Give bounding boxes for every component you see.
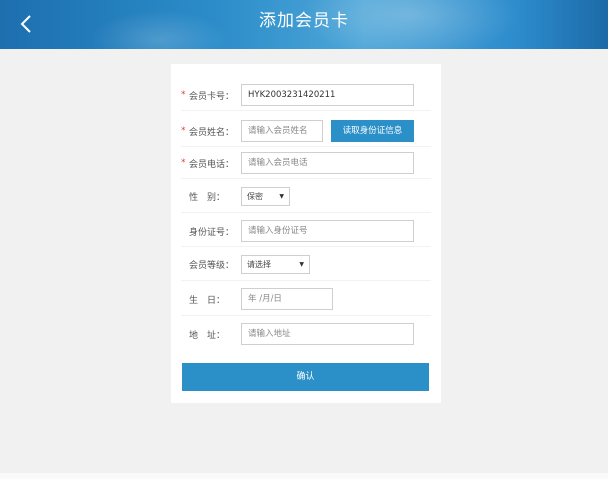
birthday-label: 生 日： (189, 295, 226, 306)
name-label-wrap: * 会员姓名： (181, 125, 241, 138)
card-no-input[interactable]: HYK2003231420211 (241, 84, 414, 106)
confirm-button[interactable]: 确认 (182, 363, 429, 391)
dropdown-caret-icon: ▼ (299, 260, 304, 268)
id-no-input[interactable]: 请输入身份证号 (241, 220, 414, 242)
id-no-label-wrap: 身份证号： (181, 225, 241, 238)
address-input[interactable]: 请输入地址 (241, 323, 414, 345)
name-label: 会员姓名： (189, 127, 235, 138)
member-card-form: * 会员卡号： HYK2003231420211 * 会员姓名： 请输入会员姓名… (171, 64, 441, 403)
phone-input[interactable]: 请输入会员电话 (241, 152, 414, 174)
dropdown-caret-icon: ▼ (279, 192, 284, 200)
level-row: 会员等级： 请选择 ▼ (181, 248, 431, 281)
phone-label: 会员电话： (189, 159, 235, 170)
birthday-input[interactable]: 年 /月/日 (241, 288, 333, 310)
gender-row: 性 别： 保密 ▼ (181, 180, 431, 213)
birthday-label-wrap: 生 日： (181, 293, 241, 306)
gender-value: 保密 (247, 191, 263, 201)
level-label-wrap: 会员等级： (181, 258, 241, 271)
card-no-label: 会员卡号： (189, 91, 235, 102)
id-no-label: 身份证号： (189, 227, 235, 238)
address-label: 地 址： (189, 330, 226, 341)
card-no-row: * 会员卡号： HYK2003231420211 (181, 80, 431, 111)
birthday-row: 生 日： 年 /月/日 (181, 283, 431, 316)
phone-label-wrap: * 会员电话： (181, 157, 241, 170)
level-value: 请选择 (247, 259, 271, 269)
gender-select[interactable]: 保密 ▼ (241, 186, 290, 206)
name-input[interactable]: 请输入会员姓名 (241, 120, 323, 142)
address-row: 地 址： 请输入地址 (181, 318, 431, 350)
card-no-label-wrap: * 会员卡号： (181, 89, 241, 102)
top-bar: 添加会员卡 (0, 0, 608, 49)
gender-label-wrap: 性 别： (181, 190, 241, 203)
page-title: 添加会员卡 (259, 11, 349, 31)
required-mark: * (181, 90, 186, 100)
address-label-wrap: 地 址： (181, 328, 241, 341)
level-select[interactable]: 请选择 ▼ (241, 254, 310, 274)
required-mark: * (181, 158, 186, 168)
required-mark: * (181, 126, 186, 136)
gender-label: 性 别： (189, 192, 226, 203)
read-id-card-button[interactable]: 读取身份证信息 (331, 120, 414, 142)
phone-row: * 会员电话： 请输入会员电话 (181, 148, 431, 179)
level-label: 会员等级： (189, 260, 235, 271)
footer-strip (0, 473, 608, 479)
id-no-row: 身份证号： 请输入身份证号 (181, 216, 431, 247)
name-row: * 会员姓名： 请输入会员姓名 读取身份证信息 (181, 116, 431, 147)
